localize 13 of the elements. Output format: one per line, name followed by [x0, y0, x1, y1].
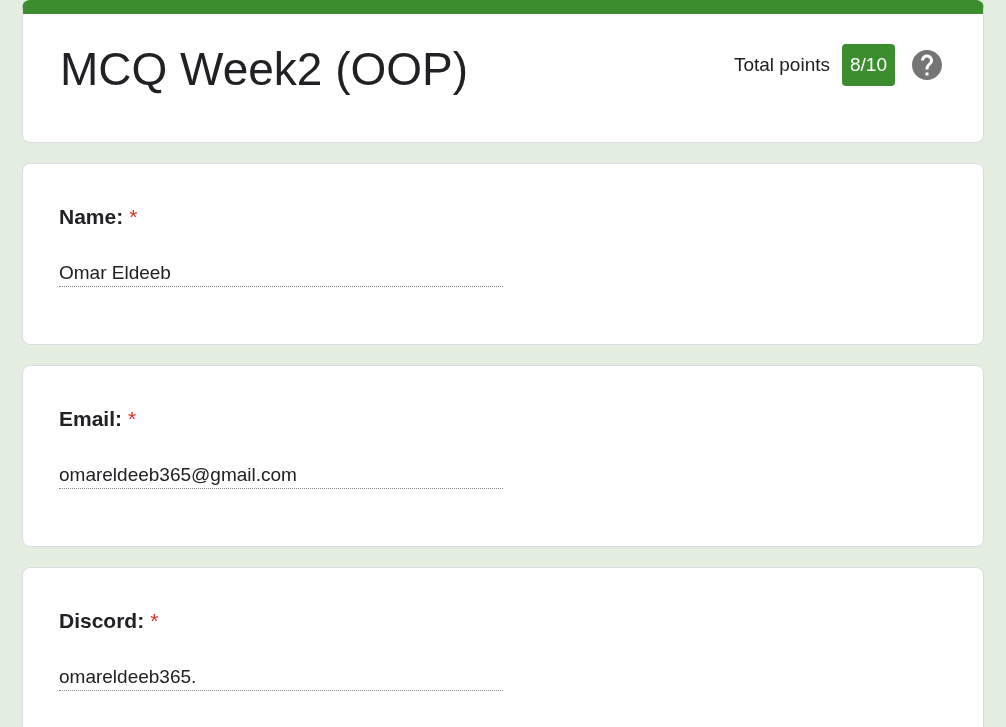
required-asterisk: * [129, 204, 138, 230]
required-asterisk: * [128, 406, 137, 432]
question-label: Email: [59, 406, 123, 432]
question-label: Name: [59, 204, 124, 230]
required-asterisk: * [150, 608, 159, 634]
help-icon[interactable] [909, 47, 945, 83]
score-badge: 8/10 [842, 44, 895, 86]
total-points-label: Total points [733, 54, 830, 76]
answer-field[interactable]: omareldeeb365@gmail.com [59, 462, 503, 489]
answer-field[interactable]: Omar Eldeeb [59, 260, 503, 287]
answer-field[interactable]: omareldeeb365. [59, 664, 503, 691]
question-label: Discord: [59, 608, 145, 634]
form-title: MCQ Week2 (OOP) [60, 42, 469, 96]
